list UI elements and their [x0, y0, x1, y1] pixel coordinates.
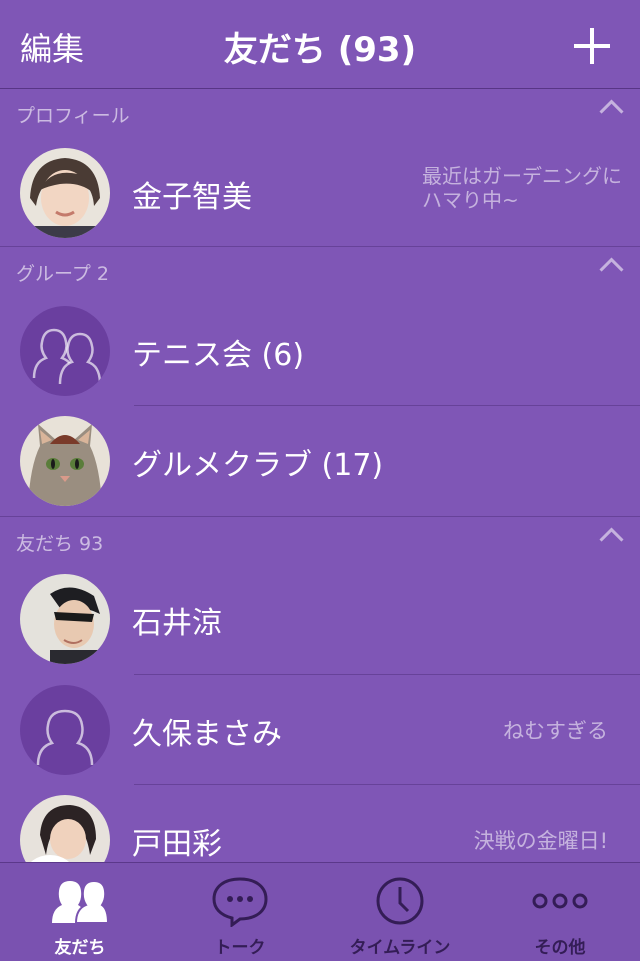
friend-row[interactable]: 久保まさみ ねむすぎる [0, 675, 640, 785]
section-header-groups[interactable]: グループ 2 [0, 246, 640, 287]
clock-icon [376, 877, 424, 925]
friends-icon [52, 879, 110, 924]
friend-status: ねむすぎる [503, 719, 608, 743]
profile-status: 最近はガーデニングにハマり中~ [422, 164, 622, 212]
tab-label: トーク [214, 938, 266, 958]
tab-timeline[interactable]: タイムライン [320, 863, 480, 961]
avatar [20, 574, 110, 664]
tab-bar: 友だち トーク タイムライン その他 [0, 862, 640, 961]
group-row[interactable]: グルメクラブ (17) [0, 406, 640, 516]
tab-label: 友だち [54, 938, 106, 958]
tab-label: タイムライン [349, 938, 451, 958]
friend-status: 決戦の金曜日! [473, 829, 608, 853]
section-header-friends[interactable]: 友だち 93 [0, 516, 640, 557]
chevron-up-icon[interactable] [599, 99, 624, 124]
friend-name: 戸田彩 [132, 827, 222, 862]
section-header-profile[interactable]: プロフィール [0, 88, 640, 129]
profile-row[interactable]: 金子智美 最近はガーデニングにハマり中~ [0, 138, 640, 248]
nav-header: 編集 友だち (93) [0, 0, 640, 89]
chat-bubble-icon [212, 877, 268, 927]
tab-friends[interactable]: 友だち [0, 863, 160, 961]
tab-more[interactable]: その他 [480, 863, 640, 961]
group-placeholder-avatar [20, 306, 110, 396]
chevron-up-icon[interactable] [599, 257, 624, 282]
friend-name: 久保まさみ [132, 717, 282, 752]
avatar [20, 416, 110, 506]
friend-row[interactable]: 石井涼 [0, 564, 640, 674]
section-label-friends: 友だち 93 [16, 533, 104, 555]
tab-talk[interactable]: トーク [160, 863, 320, 961]
chevron-up-icon[interactable] [599, 527, 624, 552]
placeholder-avatar [20, 685, 110, 775]
add-friend-icon[interactable] [574, 28, 610, 64]
avatar [20, 148, 110, 238]
profile-name: 金子智美 [132, 180, 252, 215]
group-name: テニス会 (6) [132, 338, 305, 373]
friend-name: 石井涼 [132, 606, 222, 641]
page-title: 友だち (93) [223, 30, 417, 70]
more-icon [532, 893, 588, 909]
group-name: グルメクラブ (17) [132, 448, 384, 483]
group-row[interactable]: テニス会 (6) [0, 296, 640, 406]
section-label-groups: グループ 2 [16, 263, 109, 285]
section-label-profile: プロフィール [16, 105, 130, 127]
tab-label: その他 [534, 938, 586, 958]
